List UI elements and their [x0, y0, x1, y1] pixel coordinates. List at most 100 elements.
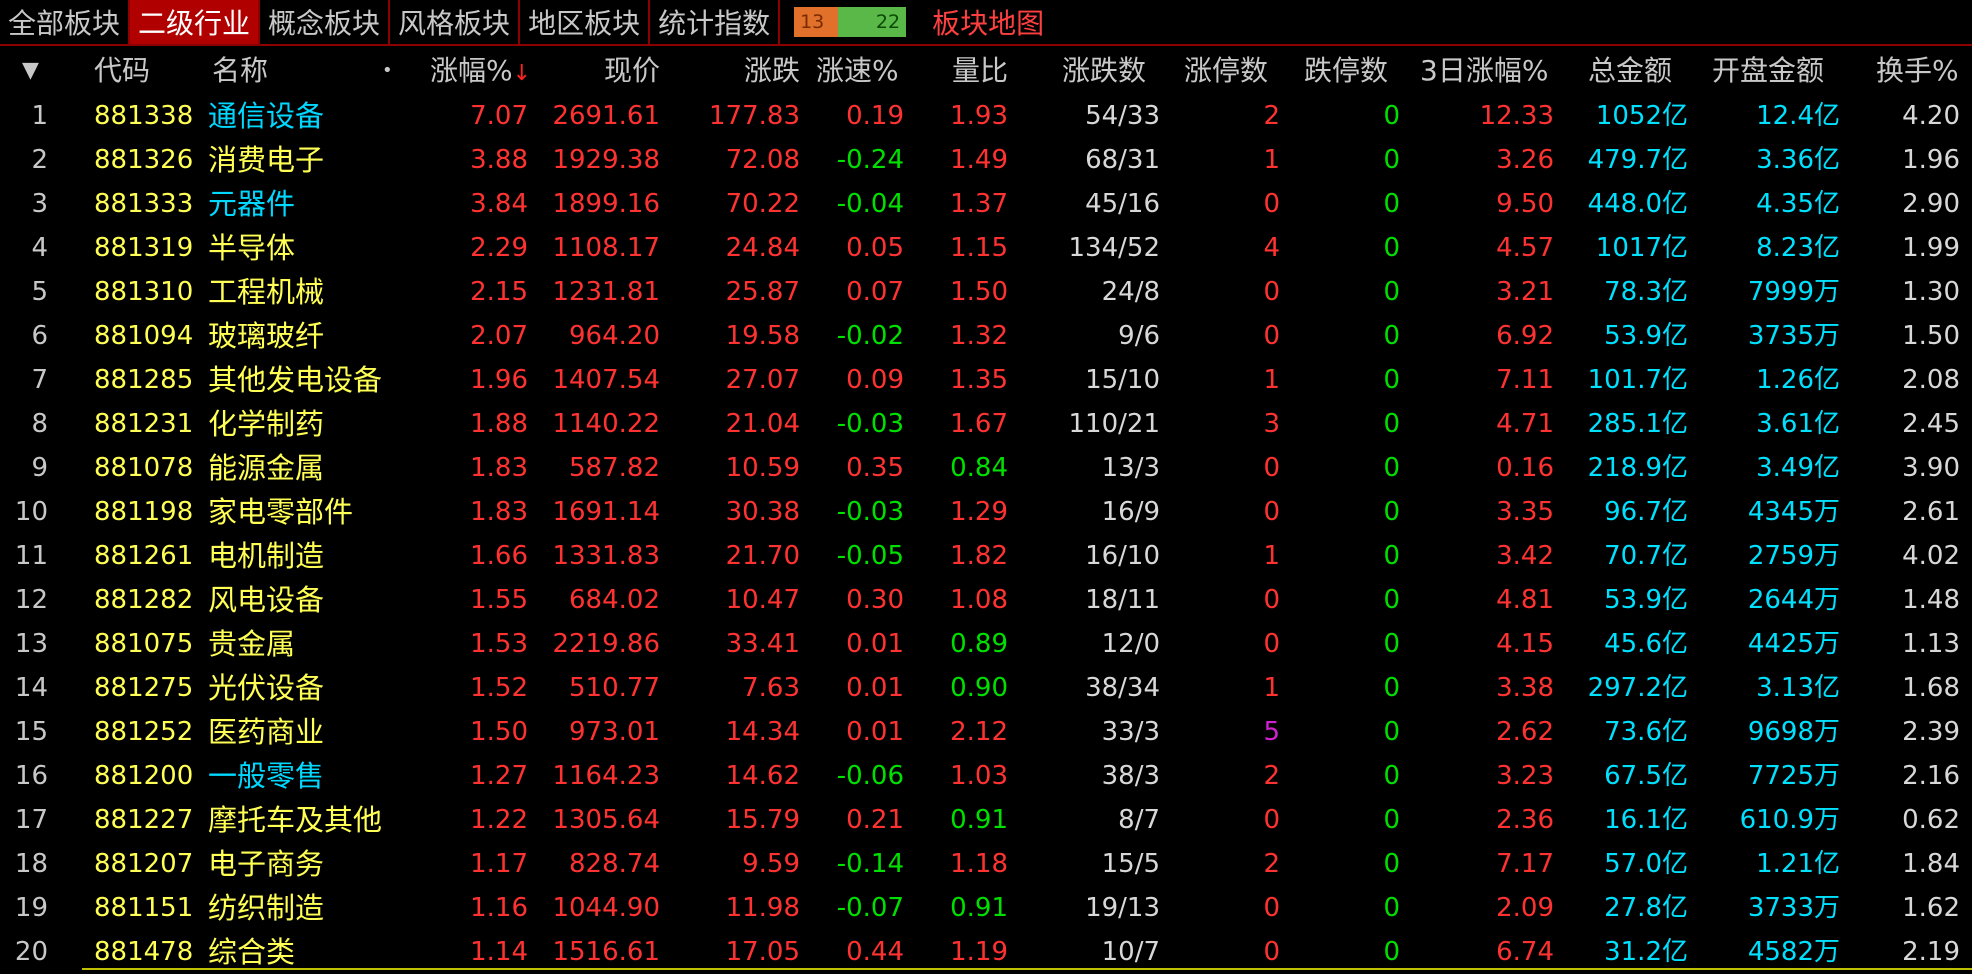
- row-code: 881275: [94, 673, 194, 703]
- tab-statistical-index[interactable]: 统计指数: [650, 0, 781, 44]
- table-row[interactable]: 2 881326 消费电子 3.88 1929.38 72.08 -0.24 1.49 68/3…: [0, 138, 1972, 182]
- row-code: 881078: [94, 453, 194, 483]
- row-amount: 101.7亿: [1587, 365, 1688, 395]
- row-name: 家电零部件: [208, 495, 354, 529]
- row-pct: 3.88: [470, 145, 528, 175]
- col-header-pct[interactable]: 涨幅%↓: [430, 46, 531, 96]
- table-row[interactable]: 15 881252 医药商业 1.50 973.01 14.34 0.01 2.12 33/3 5…: [0, 710, 1972, 754]
- col-header-updown-count[interactable]: 涨跌数: [1062, 46, 1146, 96]
- row-limit-down: 0: [1383, 585, 1400, 615]
- col-header-turnover[interactable]: 换手%: [1876, 46, 1959, 96]
- table-row[interactable]: 1 881338 通信设备 7.07 2691.61 177.83 0.19 1.93 54/3…: [0, 94, 1972, 138]
- row-turnover: 3.90: [1902, 453, 1960, 483]
- row-vol-ratio: 1.32: [950, 321, 1008, 351]
- row-turnover: 1.99: [1902, 233, 1960, 263]
- table-row[interactable]: 11 881261 电机制造 1.66 1331.83 21.70 -0.05 1.82 16/…: [0, 534, 1972, 578]
- row-limit-down: 0: [1383, 849, 1400, 879]
- row-updown-count: 8/7: [1118, 805, 1160, 835]
- table-row[interactable]: 19 881151 纺织制造 1.16 1044.90 11.98 -0.07 0.91 19/…: [0, 886, 1972, 930]
- table-row[interactable]: 10 881198 家电零部件 1.83 1691.14 30.38 -0.03 1.29 16…: [0, 490, 1972, 534]
- row-vol-ratio: 0.89: [950, 629, 1008, 659]
- row-limit-up: 0: [1263, 321, 1280, 351]
- row-code: 881333: [94, 189, 194, 219]
- col-header-limit-up[interactable]: 涨停数: [1184, 46, 1268, 96]
- tab-all-sectors[interactable]: 全部板块: [0, 0, 131, 44]
- sector-map-link[interactable]: 板块地图: [932, 2, 1044, 42]
- row-code: 881075: [94, 629, 194, 659]
- row-open-amount: 12.4亿: [1756, 101, 1840, 131]
- row-speed: -0.03: [836, 409, 904, 439]
- row-pct: 1.55: [470, 585, 528, 615]
- table-row[interactable]: 14 881275 光伏设备 1.52 510.77 7.63 0.01 0.90 38/34 1…: [0, 666, 1972, 710]
- row-pct: 2.07: [470, 321, 528, 351]
- row-pct: 1.27: [470, 761, 528, 791]
- row-change: 27.07: [725, 365, 800, 395]
- table-row[interactable]: 13 881075 贵金属 1.53 2219.86 33.41 0.01 0.89 12/0 0…: [0, 622, 1972, 666]
- row-speed: -0.04: [836, 189, 904, 219]
- row-name: 光伏设备: [208, 671, 325, 705]
- row-speed: -0.03: [836, 497, 904, 527]
- col-header-speed[interactable]: 涨速%: [816, 46, 899, 96]
- row-index: 14: [14, 673, 48, 703]
- row-index: 12: [14, 585, 48, 615]
- row-amount: 297.2亿: [1587, 673, 1688, 703]
- col-header-name[interactable]: 名称: [212, 46, 268, 96]
- table-row[interactable]: 5 881310 工程机械 2.15 1231.81 25.87 0.07 1.50 24/8 0…: [0, 270, 1972, 314]
- row-limit-up: 0: [1263, 189, 1280, 219]
- row-amount: 53.9亿: [1604, 321, 1688, 351]
- row-index: 9: [31, 453, 48, 483]
- row-pct: 1.83: [470, 497, 528, 527]
- row-pct: 1.53: [470, 629, 528, 659]
- tab-region-sectors[interactable]: 地区板块: [520, 0, 651, 44]
- row-change: 30.38: [725, 497, 800, 527]
- row-price: 1164.23: [552, 761, 660, 791]
- col-header-pct-3d[interactable]: 3日涨幅%: [1420, 46, 1548, 96]
- table-row[interactable]: 17 881227 摩托车及其他 1.22 1305.64 15.79 0.21 0.91 8/…: [0, 798, 1972, 842]
- col-header-price[interactable]: 现价: [560, 46, 660, 96]
- row-price: 1231.81: [552, 277, 660, 307]
- row-updown-count: 38/3: [1101, 761, 1160, 791]
- row-change: 14.62: [725, 761, 800, 791]
- table-row[interactable]: 12 881282 风电设备 1.55 684.02 10.47 0.30 1.08 18/11…: [0, 578, 1972, 622]
- table-row[interactable]: 7 881285 其他发电设备 1.96 1407.54 27.07 0.09 1.35 15/…: [0, 358, 1972, 402]
- row-amount: 285.1亿: [1587, 409, 1688, 439]
- row-updown-count: 24/8: [1101, 277, 1160, 307]
- row-pct: 1.17: [470, 849, 528, 879]
- row-pct-3d: 4.71: [1496, 409, 1554, 439]
- col-header-amount[interactable]: 总金额: [1588, 46, 1672, 96]
- tab-secondary-industry[interactable]: 二级行业: [130, 0, 261, 44]
- table-row[interactable]: 8 881231 化学制药 1.88 1140.22 21.04 -0.03 1.67 110/…: [0, 402, 1972, 446]
- table-row[interactable]: 16 881200 一般零售 1.27 1164.23 14.62 -0.06 1.03 38/…: [0, 754, 1972, 798]
- row-price: 1140.22: [552, 409, 660, 439]
- row-change: 21.70: [725, 541, 800, 571]
- row-vol-ratio: 1.18: [950, 849, 1008, 879]
- row-speed: 0.35: [846, 453, 904, 483]
- row-price: 828.74: [569, 849, 660, 879]
- col-header-vol-ratio[interactable]: 量比: [900, 46, 1008, 96]
- row-amount: 78.3亿: [1604, 277, 1688, 307]
- tab-style-sectors[interactable]: 风格板块: [390, 0, 521, 44]
- table-row[interactable]: 4 881319 半导体 2.29 1108.17 24.84 0.05 1.15 134/52…: [0, 226, 1972, 270]
- col-header-limit-down[interactable]: 跌停数: [1304, 46, 1388, 96]
- row-price: 1108.17: [552, 233, 660, 263]
- row-pct-3d: 3.26: [1496, 145, 1554, 175]
- col-header-change[interactable]: 涨跌: [700, 46, 800, 96]
- row-open-amount: 1.26亿: [1756, 365, 1840, 395]
- row-name: 贵金属: [208, 627, 296, 661]
- row-limit-down: 0: [1383, 717, 1400, 747]
- row-vol-ratio: 1.37: [950, 189, 1008, 219]
- column-menu-icon[interactable]: ▼: [22, 46, 52, 96]
- table-row[interactable]: 3 881333 元器件 3.84 1899.16 70.22 -0.04 1.37 45/16…: [0, 182, 1972, 226]
- row-index: 6: [31, 321, 48, 351]
- col-header-code[interactable]: 代码: [94, 46, 150, 96]
- col-header-open-amount[interactable]: 开盘金额: [1712, 46, 1824, 96]
- row-speed: 0.07: [846, 277, 904, 307]
- tab-concept-sectors[interactable]: 概念板块: [260, 0, 391, 44]
- row-pct: 3.84: [470, 189, 528, 219]
- table-row[interactable]: 18 881207 电子商务 1.17 828.74 9.59 -0.14 1.18 15/5 2…: [0, 842, 1972, 886]
- row-code: 881310: [94, 277, 194, 307]
- row-limit-down: 0: [1383, 233, 1400, 263]
- table-row[interactable]: 6 881094 玻璃玻纤 2.07 964.20 19.58 -0.02 1.32 9/6 0 0…: [0, 314, 1972, 358]
- table-row[interactable]: 9 881078 能源金属 1.83 587.82 10.59 0.35 0.84 13/3 0 0…: [0, 446, 1972, 490]
- row-updown-count: 9/6: [1118, 321, 1160, 351]
